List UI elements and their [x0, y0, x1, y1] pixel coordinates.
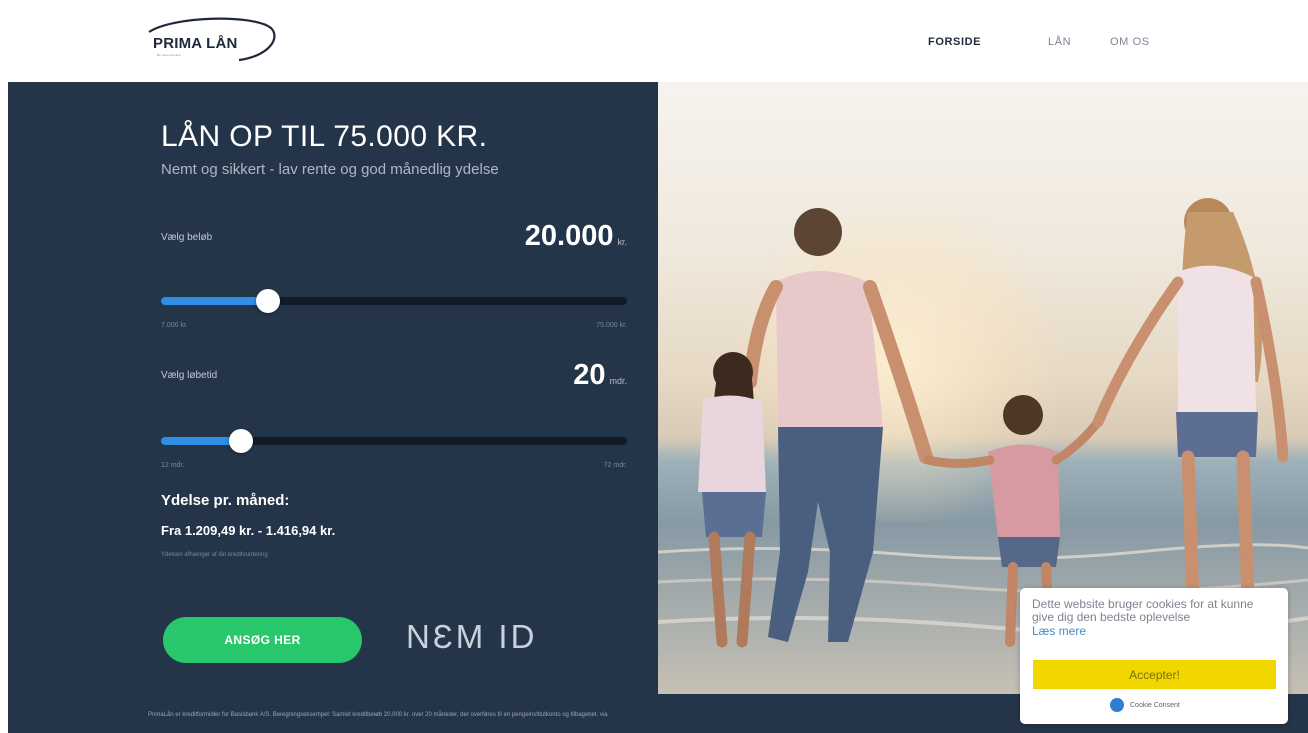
- amount-slider-fill: [161, 297, 268, 305]
- cookie-read-more-link[interactable]: Læs mere: [1032, 624, 1086, 638]
- site-header: PRIMA LÅN lån med overskud FORSIDE LÅN O…: [0, 0, 1308, 82]
- page-subtitle: Nemt og sikkert - lav rente og god måned…: [161, 161, 499, 178]
- term-value: 20: [573, 359, 606, 391]
- amount-min-label: 7.000 kr.: [161, 322, 188, 329]
- amount-slider-handle[interactable]: [256, 289, 280, 313]
- term-value-display: 20 mdr.: [573, 359, 627, 392]
- father-figure: [743, 208, 933, 642]
- amount-slider-track[interactable]: [161, 289, 627, 313]
- amount-unit: kr.: [617, 237, 627, 247]
- term-min-label: 12 mdr.: [161, 462, 185, 469]
- term-unit: mdr.: [609, 376, 627, 386]
- girl-figure: [698, 352, 766, 648]
- term-slider-handle[interactable]: [229, 429, 253, 453]
- amount-value-display: 20.000 kr.: [525, 220, 627, 253]
- loan-calculator-panel: LÅN OP TIL 75.000 KR. Nemt og sikkert - …: [8, 82, 658, 694]
- nav-forside[interactable]: FORSIDE: [928, 36, 981, 48]
- term-slider-track[interactable]: [161, 429, 627, 453]
- monthly-payment-range: Fra 1.209,49 kr. - 1.416,94 kr.: [161, 523, 336, 538]
- prima-lan-logo[interactable]: PRIMA LÅN lån med overskud: [143, 14, 283, 66]
- nav-lan[interactable]: LÅN: [1048, 36, 1071, 48]
- cookie-consent-brand[interactable]: Cookie Consent: [1110, 698, 1180, 712]
- nav-om-os[interactable]: OM OS: [1110, 36, 1150, 48]
- monthly-payment-title: Ydelse pr. måned:: [161, 492, 290, 509]
- amount-max-label: 75.000 kr.: [596, 322, 627, 329]
- page-title: LÅN OP TIL 75.000 KR.: [161, 120, 488, 153]
- nemid-logo: NƐM ID: [406, 618, 538, 655]
- cookie-accept-button[interactable]: Accepter!: [1033, 660, 1276, 689]
- amount-value: 20.000: [524, 220, 614, 252]
- term-label: Vælg løbetid: [161, 370, 218, 381]
- cookie-consent-banner: Dette website bruger cookies for at kunn…: [1020, 588, 1288, 724]
- cookie-consent-icon: [1110, 698, 1124, 712]
- cookie-consent-brand-label: Cookie Consent: [1130, 701, 1180, 709]
- apply-button[interactable]: ANSØG HER: [163, 617, 362, 663]
- mother-figure: [1092, 198, 1289, 609]
- logo-tagline: lån med overskud: [157, 53, 181, 57]
- logo-wordmark: PRIMA LÅN: [153, 35, 238, 52]
- footer-disclaimer: PrimaLån er kreditformidler for Basisban…: [148, 712, 608, 718]
- amount-label: Vælg beløb: [161, 232, 213, 243]
- monthly-payment-note: Ydelsen afhænger af din kreditvurdering: [161, 552, 268, 558]
- cookie-message: Dette website bruger cookies for at kunn…: [1032, 597, 1254, 624]
- term-max-label: 72 mdr.: [603, 462, 627, 469]
